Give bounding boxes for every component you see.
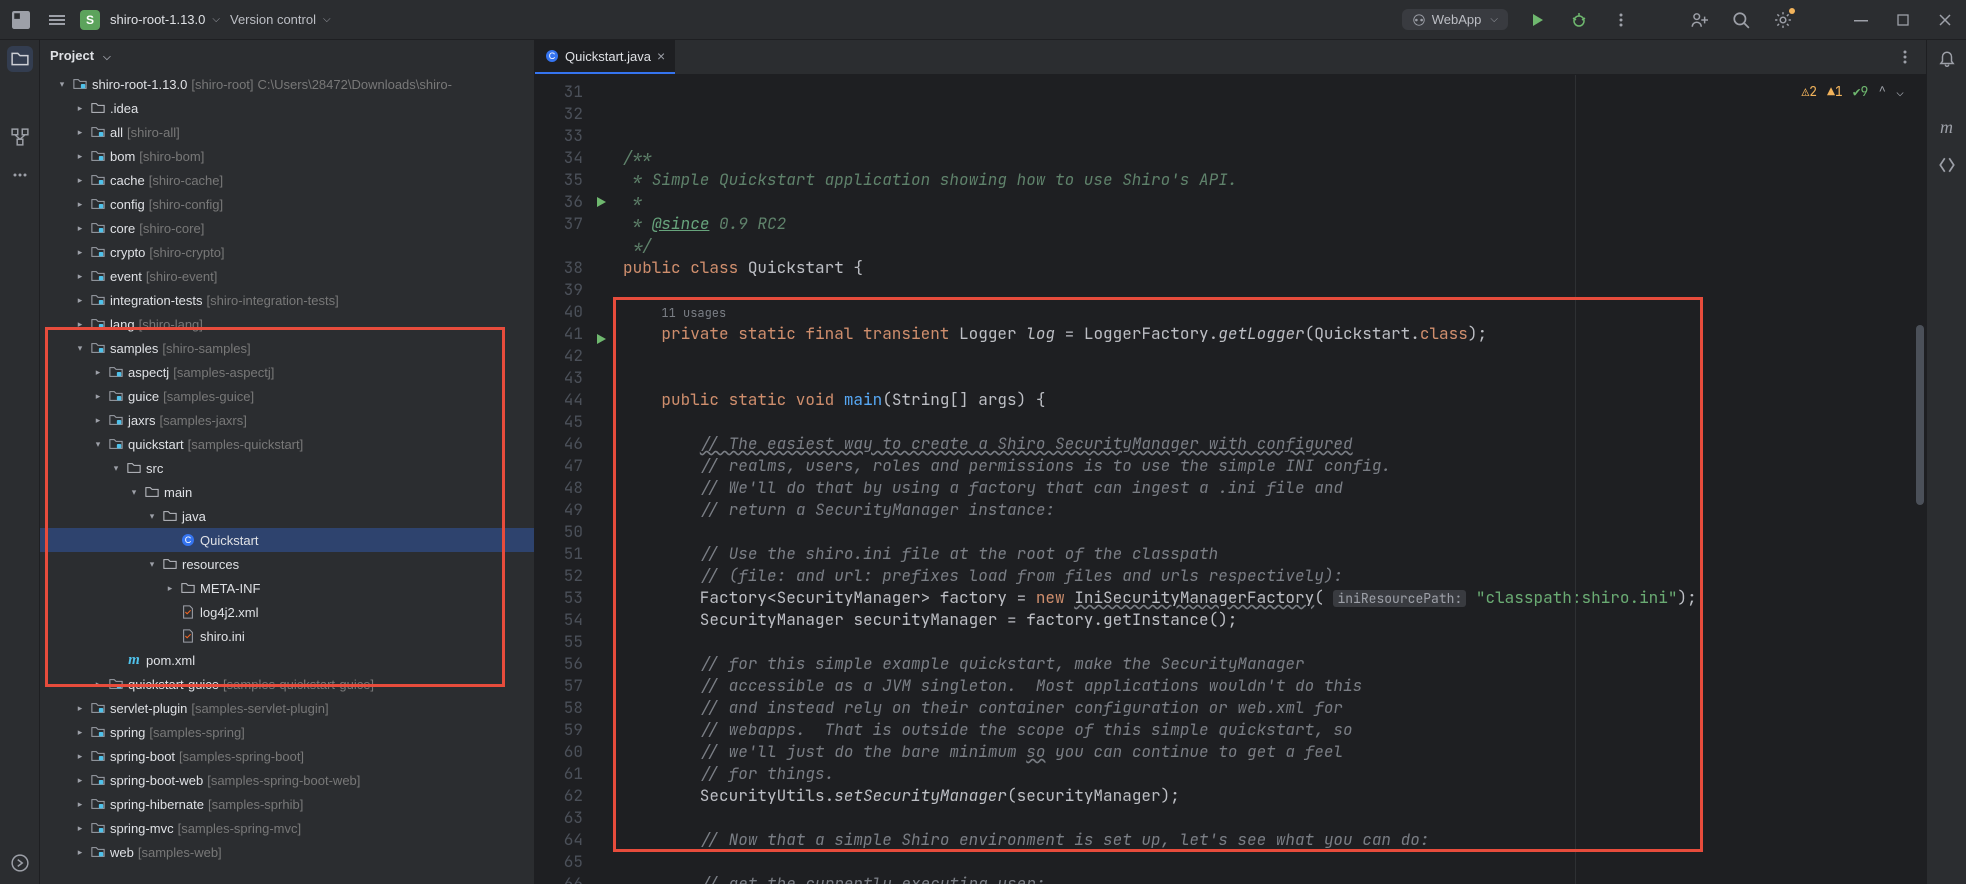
notifications-icon[interactable] xyxy=(1934,46,1960,72)
tree-item-pom.xml[interactable]: mpom.xml xyxy=(40,648,534,672)
run-config-label: WebApp xyxy=(1432,12,1482,27)
tree-item-integration-tests[interactable]: ▸integration-tests [shiro-integration-te… xyxy=(40,288,534,312)
tree-item-cache[interactable]: ▸cache [shiro-cache] xyxy=(40,168,534,192)
right-tool-stripe: m xyxy=(1926,40,1966,884)
debug-button[interactable] xyxy=(1566,7,1592,33)
project-panel-header[interactable]: Project xyxy=(40,40,534,70)
run-button[interactable] xyxy=(1524,7,1550,33)
left-tool-stripe xyxy=(0,40,40,884)
maximize-icon[interactable] xyxy=(1890,7,1916,33)
tab-quickstart[interactable]: C Quickstart.java × xyxy=(535,40,675,74)
more-actions-icon[interactable] xyxy=(1608,7,1634,33)
tree-item-quickstart[interactable]: ▾quickstart [samples-quickstart] xyxy=(40,432,534,456)
project-selector[interactable]: shiro-root-1.13.0 xyxy=(110,12,220,27)
hard-wrap-ruler xyxy=(1575,75,1576,884)
product-icon[interactable] xyxy=(8,7,34,33)
more-tool-icon[interactable] xyxy=(7,162,33,188)
project-tool-icon[interactable] xyxy=(7,46,33,72)
run-gutter xyxy=(593,75,617,884)
tree-item-config[interactable]: ▸config [shiro-config] xyxy=(40,192,534,216)
search-icon[interactable] xyxy=(1728,7,1754,33)
tree-item-jaxrs[interactable]: ▸jaxrs [samples-jaxrs] xyxy=(40,408,534,432)
inspection-widget[interactable]: ⚠2 ▲1 ✔9 ^ ⌵ xyxy=(1801,81,1904,103)
tree-item-samples[interactable]: ▾samples [shiro-samples] xyxy=(40,336,534,360)
editor-tabs: C Quickstart.java × xyxy=(535,40,1926,75)
tree-item-spring-boot[interactable]: ▸spring-boot [samples-spring-boot] xyxy=(40,744,534,768)
tree-item-guice[interactable]: ▸guice [samples-guice] xyxy=(40,384,534,408)
class-icon: C xyxy=(545,49,559,63)
tree-item-main[interactable]: ▾main xyxy=(40,480,534,504)
tree-item-spring-mvc[interactable]: ▸spring-mvc [samples-spring-mvc] xyxy=(40,816,534,840)
project-badge: S xyxy=(80,10,100,30)
project-panel: Project ▾shiro-root-1.13.0 [shiro-root] … xyxy=(40,40,535,884)
tree-item-src[interactable]: ▾src xyxy=(40,456,534,480)
settings-icon[interactable] xyxy=(1770,7,1796,33)
tree-item-bom[interactable]: ▸bom [shiro-bom] xyxy=(40,144,534,168)
tree-item-spring-hibernate[interactable]: ▸spring-hibernate [samples-sprhib] xyxy=(40,792,534,816)
gutter: 3132333435363738394041424344454647484950… xyxy=(535,75,593,884)
tree-item-shiro.ini[interactable]: shiro.ini xyxy=(40,624,534,648)
minimize-icon[interactable] xyxy=(1848,7,1874,33)
database-tool-icon[interactable] xyxy=(1934,152,1960,178)
tree-item-shiro-root-1.13.0[interactable]: ▾shiro-root-1.13.0 [shiro-root] C:\Users… xyxy=(40,72,534,96)
tree-item-core[interactable]: ▸core [shiro-core] xyxy=(40,216,534,240)
tree-item-web[interactable]: ▸web [samples-web] xyxy=(40,840,534,864)
terminal-icon[interactable] xyxy=(7,850,33,876)
structure-tool-icon[interactable] xyxy=(7,124,33,150)
close-icon[interactable] xyxy=(1932,7,1958,33)
code-with-me-icon[interactable] xyxy=(1686,7,1712,33)
editor-area: C Quickstart.java × ⚠2 ▲1 ✔9 ^ ⌵ 3132333… xyxy=(535,40,1926,884)
editor-scrollbar[interactable] xyxy=(1916,325,1924,505)
tree-item-.idea[interactable]: ▸.idea xyxy=(40,96,534,120)
tree-item-event[interactable]: ▸event [shiro-event] xyxy=(40,264,534,288)
code-area[interactable]: /** * Simple Quickstart application show… xyxy=(617,75,1926,884)
tree-item-servlet-plugin[interactable]: ▸servlet-plugin [samples-servlet-plugin] xyxy=(40,696,534,720)
tree-item-aspectj[interactable]: ▸aspectj [samples-aspectj] xyxy=(40,360,534,384)
hamburger-icon[interactable] xyxy=(44,7,70,33)
tree-item-crypto[interactable]: ▸crypto [shiro-crypto] xyxy=(40,240,534,264)
tab-more-icon[interactable] xyxy=(1892,44,1918,70)
tree-item-Quickstart[interactable]: CQuickstart xyxy=(40,528,534,552)
tree-item-all[interactable]: ▸all [shiro-all] xyxy=(40,120,534,144)
tree-item-spring-boot-web[interactable]: ▸spring-boot-web [samples-spring-boot-we… xyxy=(40,768,534,792)
tree-item-lang[interactable]: ▸lang [shiro-lang] xyxy=(40,312,534,336)
tree-item-spring[interactable]: ▸spring [samples-spring] xyxy=(40,720,534,744)
vcs-menu[interactable]: Version control xyxy=(230,12,331,27)
tree-item-resources[interactable]: ▾resources xyxy=(40,552,534,576)
tree-item-java[interactable]: ▾java xyxy=(40,504,534,528)
project-tree[interactable]: ▾shiro-root-1.13.0 [shiro-root] C:\Users… xyxy=(40,70,534,884)
run-configuration[interactable]: WebApp xyxy=(1402,9,1508,30)
maven-tool-icon[interactable]: m xyxy=(1934,114,1960,140)
tree-item-META-INF[interactable]: ▸META-INF xyxy=(40,576,534,600)
project-panel-title: Project xyxy=(50,48,94,63)
tree-item-log4j2.xml[interactable]: log4j2.xml xyxy=(40,600,534,624)
tab-close-icon[interactable]: × xyxy=(657,48,665,64)
editor[interactable]: ⚠2 ▲1 ✔9 ^ ⌵ 313233343536373839404142434… xyxy=(535,75,1926,884)
titlebar: S shiro-root-1.13.0 Version control WebA… xyxy=(0,0,1966,40)
tab-label: Quickstart.java xyxy=(565,49,651,64)
svg-text:C: C xyxy=(185,535,192,545)
svg-text:C: C xyxy=(549,51,556,61)
tree-item-quickstart-guice[interactable]: ▸quickstart-guice [samples-quickstart-gu… xyxy=(40,672,534,696)
